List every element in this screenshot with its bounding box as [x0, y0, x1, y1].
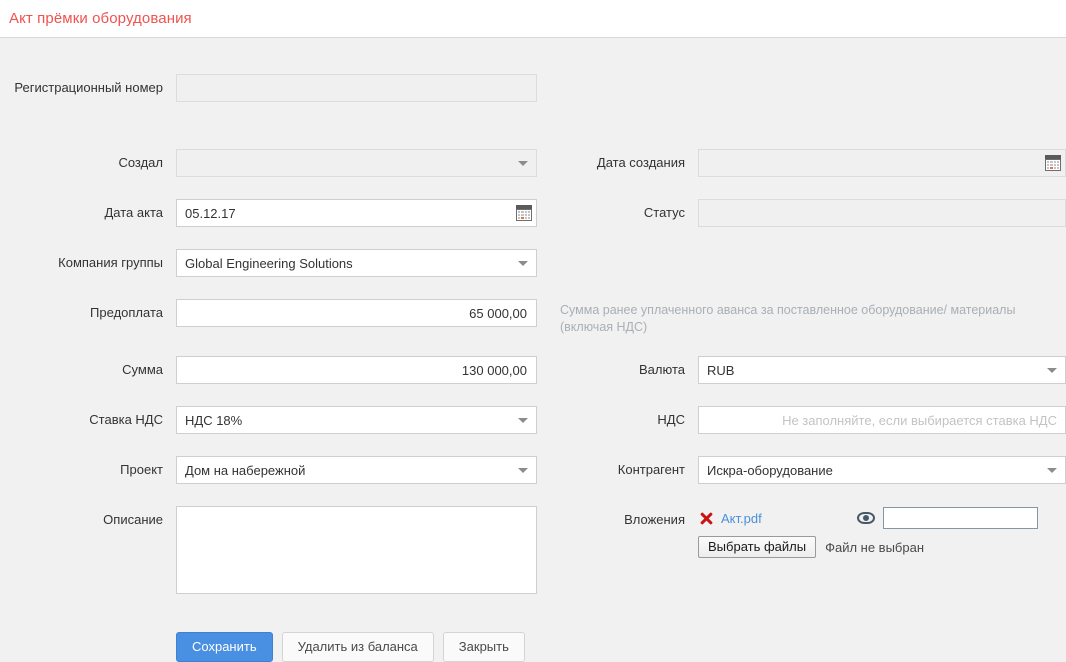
label-vat: НДС [657, 412, 685, 427]
label-amount: Сумма [122, 362, 163, 377]
save-button[interactable]: Сохранить [176, 632, 273, 662]
currency-select[interactable]: RUB [698, 356, 1066, 384]
delete-x-icon[interactable] [698, 510, 714, 526]
counterparty-value: Искра-оборудование [707, 462, 833, 478]
attachment-file-link[interactable]: Акт.pdf [721, 511, 762, 526]
label-group-company: Компания группы [58, 255, 163, 270]
chevron-down-icon [518, 161, 528, 166]
label-prepayment: Предоплата [90, 305, 163, 320]
chevron-down-icon [1047, 368, 1057, 373]
field-row-status: Статус [560, 199, 1066, 227]
vat-rate-value: НДС 18% [185, 412, 243, 428]
vat-rate-select[interactable]: НДС 18% [176, 406, 537, 434]
field-row-currency: Валюта RUB [560, 356, 1066, 384]
field-row-created-by: Создал [0, 149, 537, 177]
created-by-select[interactable] [176, 149, 537, 177]
remove-from-balance-button[interactable]: Удалить из баланса [281, 632, 434, 662]
group-company-value: Global Engineering Solutions [185, 255, 353, 271]
label-description: Описание [103, 512, 163, 527]
chevron-down-icon [518, 418, 528, 423]
amount-input[interactable] [176, 356, 537, 384]
label-created-date: Дата создания [596, 155, 685, 170]
form-action-bar: Сохранить Удалить из баланса Закрыть [176, 632, 525, 662]
field-row-act-date: Дата акта [0, 199, 537, 227]
field-row-vat-rate: Ставка НДС НДС 18% [0, 406, 537, 434]
field-row-prepayment: Предоплата [0, 299, 537, 327]
field-row-vat: НДС [560, 406, 1066, 434]
attachment-comment-input[interactable] [882, 507, 1038, 529]
choose-files-button[interactable]: Выбрать файлы [698, 536, 817, 558]
label-attachments: Вложения [624, 512, 685, 527]
act-date-input[interactable] [176, 199, 537, 227]
field-row-counterparty: Контрагент Искра-оборудование [560, 456, 1066, 484]
description-textarea[interactable] [176, 506, 537, 594]
calendar-icon[interactable] [1045, 155, 1061, 171]
page-title: Акт прёмки оборудования [9, 10, 192, 27]
chevron-down-icon [518, 468, 528, 473]
form-body: Регистрационный номер Создал Дата создан… [0, 38, 1066, 662]
created-date-input[interactable] [698, 149, 1066, 177]
prepayment-hint-text: Сумма ранее уплаченного аванса за постав… [560, 303, 1016, 334]
label-vat-rate: Ставка НДС [89, 412, 163, 427]
file-status-text: Файл не выбран [825, 539, 925, 555]
label-act-date: Дата акта [104, 205, 164, 220]
project-select[interactable]: Дом на набережной [176, 456, 537, 484]
currency-value: RUB [707, 362, 735, 378]
window-header: Акт прёмки оборудования [0, 0, 1066, 38]
label-created-by: Создал [118, 155, 163, 170]
file-upload-row: Выбрать файлы Файл не выбран [698, 536, 1066, 558]
project-value: Дом на набережной [185, 462, 306, 478]
prepayment-hint-row: Сумма ранее уплаченного аванса за постав… [560, 299, 1066, 336]
field-row-reg-number: Регистрационный номер [0, 74, 537, 102]
label-project: Проект [120, 462, 163, 477]
vat-input[interactable] [698, 406, 1066, 434]
group-company-select[interactable]: Global Engineering Solutions [176, 249, 537, 277]
counterparty-select[interactable]: Искра-оборудование [698, 456, 1066, 484]
label-counterparty: Контрагент [617, 462, 685, 477]
label-reg-number: Регистрационный номер [14, 80, 163, 95]
field-row-project: Проект Дом на набережной [0, 456, 537, 484]
chevron-down-icon [518, 261, 528, 266]
close-button[interactable]: Закрыть [442, 632, 525, 662]
reg-number-input[interactable] [176, 74, 537, 102]
field-row-created-date: Дата создания [560, 149, 1066, 177]
attachment-item: Акт.pdf [698, 506, 1066, 530]
label-status: Статус [643, 205, 685, 220]
calendar-icon[interactable] [516, 205, 532, 221]
field-row-attachments: Вложения Акт.pdf Выбрать файлы Файл не в… [560, 506, 1066, 558]
chevron-down-icon [1047, 468, 1057, 473]
field-row-group-company: Компания группы Global Engineering Solut… [0, 249, 537, 277]
status-input[interactable] [698, 199, 1066, 227]
prepayment-input[interactable] [176, 299, 537, 327]
field-row-amount: Сумма [0, 356, 537, 384]
field-row-description: Описание [0, 506, 537, 594]
eye-icon[interactable] [856, 512, 875, 524]
label-currency: Валюта [639, 362, 685, 377]
